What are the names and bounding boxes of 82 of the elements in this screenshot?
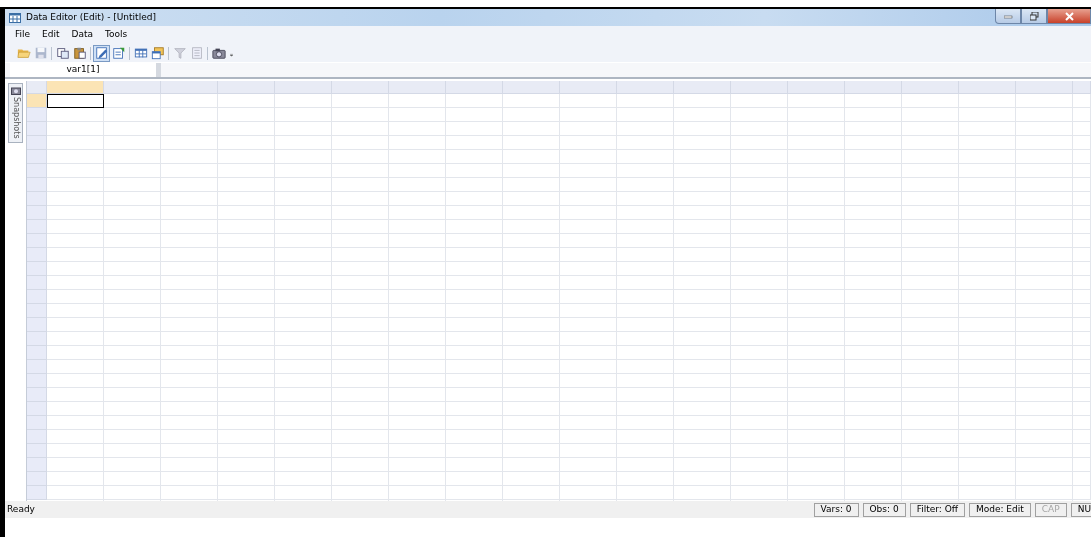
row-header[interactable] <box>27 276 47 290</box>
column-header[interactable] <box>1073 81 1091 94</box>
row-header[interactable] <box>27 248 47 262</box>
row-header[interactable] <box>27 122 47 136</box>
window-cards-icon <box>151 47 164 60</box>
status-pane: NU <box>1070 502 1091 517</box>
overflow-arrow-icon <box>230 54 233 57</box>
grid-icon <box>9 12 21 23</box>
row-header[interactable] <box>27 430 47 444</box>
column-header[interactable] <box>218 81 275 94</box>
menu-item[interactable]: Data <box>65 28 99 42</box>
column-header[interactable] <box>902 81 959 94</box>
toolbar-button[interactable] <box>93 44 110 62</box>
status-pane: Vars: 0 <box>813 502 859 517</box>
row-header[interactable] <box>27 402 47 416</box>
row-header[interactable] <box>27 458 47 472</box>
close-button[interactable] <box>1047 9 1091 24</box>
row-header[interactable] <box>27 374 47 388</box>
column-header[interactable] <box>959 81 1016 94</box>
column-header[interactable] <box>161 81 218 94</box>
row-header[interactable] <box>27 444 47 458</box>
column-header[interactable] <box>617 81 674 94</box>
corner-header[interactable] <box>27 81 47 94</box>
column-header[interactable] <box>845 81 902 94</box>
camera-icon <box>211 48 226 59</box>
menu-item[interactable]: Tools <box>99 28 134 42</box>
row-header[interactable] <box>27 346 47 360</box>
toolbar-button[interactable] <box>149 44 166 62</box>
row-header[interactable] <box>27 206 47 220</box>
camera-icon <box>10 86 21 95</box>
minimize-button[interactable] <box>995 9 1021 24</box>
close-icon <box>1064 11 1074 21</box>
window-title: Data Editor (Edit) - [Untitled] <box>26 10 156 24</box>
cell-reference: var1[1] <box>10 63 156 77</box>
row-header[interactable] <box>27 178 47 192</box>
column-header[interactable] <box>332 81 389 94</box>
row-header[interactable] <box>27 150 47 164</box>
row-header[interactable] <box>27 360 47 374</box>
restore-icon <box>1029 11 1039 21</box>
copy-icon <box>56 48 69 59</box>
row-header[interactable] <box>27 318 47 332</box>
column-header[interactable] <box>560 81 617 94</box>
restore-button[interactable] <box>1021 9 1047 24</box>
column-header[interactable] <box>389 81 446 94</box>
column-header[interactable] <box>674 81 731 94</box>
folder-icon <box>17 49 30 58</box>
status-pane: Mode: Edit <box>968 502 1031 517</box>
row-header[interactable] <box>27 192 47 206</box>
status-message: Ready <box>7 502 35 516</box>
row-header[interactable] <box>27 472 47 486</box>
row-header[interactable] <box>27 164 47 178</box>
status-pane: CAP <box>1034 502 1067 517</box>
snapshots-tab[interactable]: Snapshots <box>8 83 23 143</box>
pencil-sheet-icon <box>95 47 107 59</box>
filter-icon <box>173 48 186 59</box>
splitter-handle[interactable] <box>156 63 161 77</box>
selected-cell[interactable] <box>47 94 104 108</box>
column-header[interactable] <box>788 81 845 94</box>
menu-item[interactable]: File <box>9 28 37 42</box>
column-header[interactable] <box>503 81 560 94</box>
row-header[interactable] <box>27 262 47 276</box>
table-icon <box>134 48 147 58</box>
menu-item[interactable]: Edit <box>36 28 66 42</box>
row-header[interactable] <box>27 234 47 248</box>
row-header[interactable] <box>27 486 47 500</box>
row-header[interactable] <box>27 304 47 318</box>
row-header[interactable] <box>27 416 47 430</box>
row-header[interactable] <box>27 332 47 346</box>
row-header[interactable] <box>27 108 47 122</box>
row-header[interactable] <box>27 136 47 150</box>
column-header[interactable] <box>446 81 503 94</box>
row-header[interactable] <box>27 94 47 108</box>
column-header[interactable] <box>1016 81 1073 94</box>
column-header[interactable] <box>731 81 788 94</box>
column-header[interactable] <box>275 81 332 94</box>
clipboard-icon <box>73 47 86 59</box>
status-pane: Filter: Off <box>909 502 965 517</box>
status-pane: Obs: 0 <box>862 502 906 517</box>
tab-label: Snapshots <box>10 97 22 139</box>
row-header[interactable] <box>27 290 47 304</box>
row-header[interactable] <box>27 220 47 234</box>
row-header[interactable] <box>27 388 47 402</box>
